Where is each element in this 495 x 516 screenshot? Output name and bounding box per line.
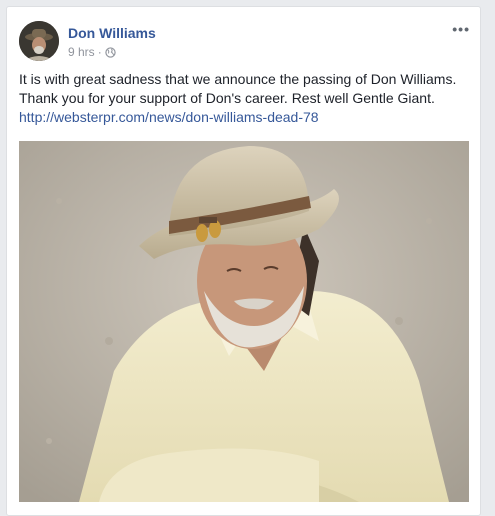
avatar[interactable] [19,21,59,61]
post-text-line: It is with great sadness that we announc… [19,71,457,87]
avatar-image [19,21,59,61]
post-photo[interactable] [19,141,469,502]
post-text-line: Thank you for your support of Don's care… [19,90,435,106]
more-options-icon[interactable]: ••• [452,21,470,37]
post-author-link[interactable]: Don Williams [68,25,156,41]
meta-separator: · [97,45,102,59]
globe-icon[interactable] [105,46,116,58]
photo-image [19,141,469,502]
post-card: Don Williams 9 hrs · ••• It is with grea… [6,6,481,516]
post-meta: 9 hrs · [68,45,116,59]
post-link[interactable]: http://websterpr.com/news/don-williams-d… [19,109,319,125]
post-timestamp[interactable]: 9 hrs [68,45,95,59]
post-text: It is with great sadness that we announc… [19,70,469,127]
